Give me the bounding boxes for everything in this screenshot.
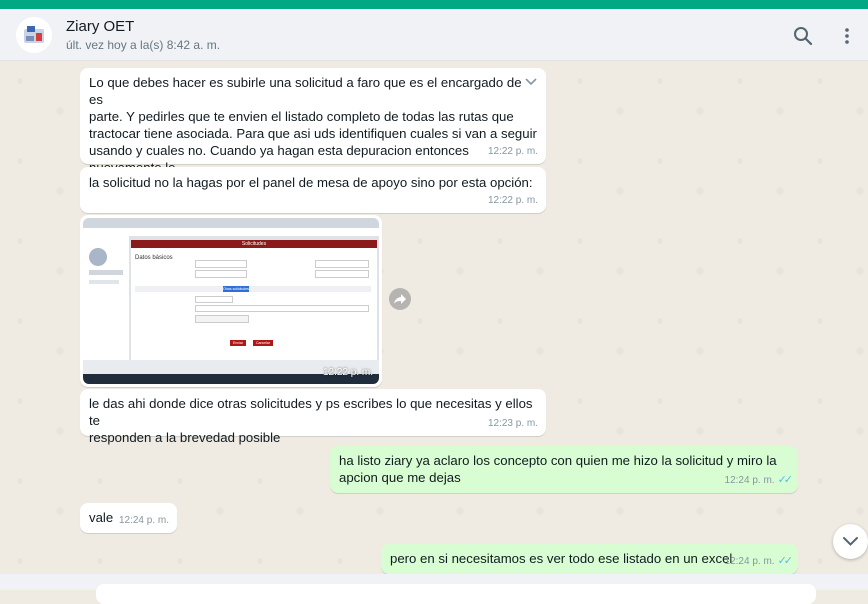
message-time: 12:23 p. m.: [487, 418, 538, 429]
image-enviar-button: Enviar: [230, 340, 246, 346]
app-top-accent-bar: [0, 0, 868, 9]
chevron-down-icon[interactable]: [524, 74, 538, 86]
incoming-message[interactable]: la solicitud no la hagas por el panel de…: [80, 167, 546, 213]
message-text: le das ahi donde dice otras solicitudes …: [89, 396, 533, 445]
message-meta: 12:24 p. m. ✓✓: [724, 472, 794, 489]
message-meta: 12:24 p. m. ✓✓: [724, 553, 794, 570]
chat-header[interactable]: Ziary OET últ. vez hoy a la(s) 8:42 a. m…: [0, 9, 868, 61]
outgoing-message[interactable]: ha listo ziary ya aclaro los concepto co…: [330, 446, 798, 493]
message-time: 12:22 p. m.: [487, 195, 538, 206]
kebab-menu-icon[interactable]: [836, 25, 858, 47]
outgoing-message[interactable]: pero en si necesitamos es ver todo ese l…: [381, 544, 798, 574]
incoming-image-message[interactable]: Solicitudes Datos básicos Otras solicitu…: [80, 215, 382, 387]
incoming-message[interactable]: le das ahi donde dice otras solicitudes …: [80, 389, 546, 445]
message-input[interactable]: [96, 584, 816, 604]
contact-name: Ziary OET: [66, 18, 135, 35]
double-check-icon: ✓✓: [777, 474, 794, 486]
message-time: 12:22 p. m.: [487, 146, 538, 157]
message-text: ha listo ziary ya aclaro los concepto co…: [339, 453, 777, 485]
incoming-message[interactable]: Lo que debes hacer es subirle una solici…: [80, 68, 546, 192]
image-section-title: Datos básicos: [135, 255, 173, 261]
last-seen-status: últ. vez hoy a la(s) 8:42 a. m.: [66, 38, 221, 52]
screenshot-image[interactable]: Solicitudes Datos básicos Otras solicitu…: [83, 218, 379, 384]
double-check-icon: ✓✓: [777, 555, 794, 567]
search-icon[interactable]: [792, 25, 814, 47]
message-time: 12:22 p. m.: [322, 367, 373, 378]
message-time: 12:24 p. m.: [724, 475, 775, 486]
image-tab-otras-solicitudes: Otras solicitudes: [223, 286, 249, 292]
forward-icon[interactable]: [389, 288, 411, 310]
chevron-down-icon: [843, 537, 858, 546]
incoming-message[interactable]: vale 12:24 p. m.: [80, 503, 177, 533]
contact-avatar[interactable]: [16, 17, 52, 53]
composer-bar[interactable]: [0, 574, 868, 604]
message-time: 12:24 p. m.: [118, 515, 169, 526]
message-list[interactable]: Lo que debes hacer es subirle una solici…: [0, 61, 868, 590]
message-text: la solicitud no la hagas por el panel de…: [89, 175, 533, 190]
scroll-to-bottom-button[interactable]: [833, 524, 868, 559]
message-time: 12:24 p. m.: [724, 556, 775, 567]
image-banner-title: Solicitudes: [241, 241, 267, 247]
image-cancelar-button: Cancelar: [253, 340, 273, 346]
